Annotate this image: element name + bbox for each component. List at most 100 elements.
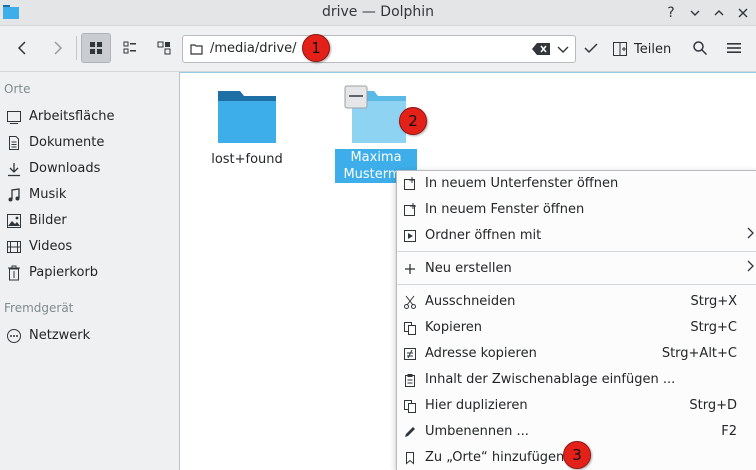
menu-item-open-with[interactable]: Ordner öffnen mit (397, 223, 756, 249)
menu-item-create-new[interactable]: Neu erstellen (397, 256, 756, 282)
forward-icon (54, 41, 63, 55)
places-item-label: Arbeitsfläche (29, 109, 115, 124)
minimize-button[interactable] (685, 3, 705, 23)
menu-item-shortcut: Strg+Alt+C (661, 346, 737, 361)
downloads-icon (8, 163, 20, 177)
search-icon (693, 41, 708, 56)
trash-icon (8, 265, 20, 281)
menu-item-shortcut: Strg+X (690, 294, 737, 309)
window-title: drive — Dolphin (321, 4, 435, 20)
location-bar[interactable]: /media/drive/ (182, 35, 576, 63)
menu-item-label: Kopieren (425, 320, 482, 335)
split-view-icon (613, 42, 627, 56)
checkmark-icon (584, 43, 598, 54)
menu-item-open-new-window[interactable]: In neuem Fenster öffnen (397, 197, 756, 223)
duplicate-icon (404, 400, 416, 413)
desktop-icon (7, 111, 21, 124)
places-section-header: Orte (4, 82, 31, 96)
places-item-pictures[interactable]: Bilder (0, 209, 178, 233)
search-button[interactable] (686, 33, 714, 63)
compact-view-button[interactable] (149, 33, 179, 63)
file-item-lost-found[interactable]: lost+found (202, 89, 292, 168)
menu-item-open-new-tab[interactable]: In neuem Unterfenster öffnen (397, 171, 756, 197)
places-item-label: Musik (29, 187, 67, 202)
chevron-up-icon (714, 10, 724, 16)
split-view-button[interactable]: Teilen (612, 35, 671, 63)
back-button[interactable] (8, 33, 38, 63)
chevron-down-icon (690, 10, 700, 16)
places-item-label: Downloads (29, 161, 101, 176)
details-view-button[interactable] (115, 33, 145, 63)
places-item-label: Bilder (29, 213, 67, 228)
places-item-desktop[interactable]: Arbeitsfläche (0, 105, 178, 129)
places-panel: Orte Arbeitsfläche Dokumente Downloads M… (0, 72, 178, 470)
file-name-line-1: Maxima (335, 149, 417, 166)
menu-item-shortcut: Strg+D (689, 398, 737, 413)
menu-item-label: Ordner öffnen mit (425, 228, 542, 243)
menu-item-label: In neuem Unterfenster öffnen (425, 176, 619, 191)
menu-item-copy-location[interactable]: Adresse kopieren Strg+Alt+C (397, 341, 756, 367)
paste-icon (405, 374, 415, 387)
menu-item-label: In neuem Fenster öffnen (425, 202, 585, 217)
menu-item-duplicate[interactable]: Hier duplizieren Strg+D (397, 393, 756, 419)
folder-icon (190, 44, 203, 55)
close-icon (738, 8, 748, 18)
plus-icon (405, 264, 415, 274)
menu-separator (397, 284, 756, 285)
context-menu: In neuem Unterfenster öffnen In neuem Fe… (396, 170, 756, 470)
network-icon (7, 329, 21, 343)
places-item-label: Netzwerk (29, 328, 91, 343)
places-item-label: Dokumente (29, 135, 105, 150)
copy-icon (404, 322, 416, 335)
maximize-button[interactable] (709, 3, 729, 23)
places-item-music[interactable]: Musik (0, 183, 178, 207)
submenu-arrow-icon (747, 260, 755, 276)
places-item-documents[interactable]: Dokumente (0, 131, 178, 155)
devices-section-header: Fremdgerät (4, 301, 74, 315)
callout-3: 3 (563, 441, 591, 469)
close-button[interactable] (733, 3, 753, 23)
chevron-down-icon[interactable] (557, 44, 569, 54)
help-button[interactable]: ? (661, 3, 681, 23)
menu-item-label: Inhalt der Zwischenablage einfügen ... (425, 372, 676, 387)
callout-1: 1 (302, 34, 330, 62)
menu-item-label: Zu „Orte“ hinzufügen (425, 450, 565, 465)
documents-icon (9, 136, 19, 150)
menu-item-cut[interactable]: Ausschneiden Strg+X (397, 289, 756, 315)
places-item-network[interactable]: Netzwerk (0, 324, 178, 348)
hamburger-menu-icon (727, 43, 741, 53)
folder-icon (218, 91, 276, 143)
confirm-location-button[interactable] (578, 33, 604, 63)
callout-2: 2 (399, 107, 427, 135)
menu-item-copy[interactable]: Kopieren Strg+C (397, 315, 756, 341)
open-with-icon (404, 230, 416, 242)
menu-item-shortcut: Strg+C (690, 320, 737, 335)
places-item-downloads[interactable]: Downloads (0, 157, 178, 181)
icon-view-button[interactable] (81, 33, 111, 63)
location-path[interactable]: /media/drive/ (210, 41, 297, 56)
new-tab-icon (404, 177, 415, 190)
compact-view-icon (157, 41, 171, 55)
main-toolbar: /media/drive/ Teilen (0, 26, 756, 72)
pictures-icon (7, 214, 21, 228)
menu-item-label: Adresse kopieren (425, 346, 537, 361)
split-view-label: Teilen (634, 41, 672, 57)
places-item-videos[interactable]: Videos (0, 235, 178, 259)
menu-item-label: Ausschneiden (425, 294, 516, 309)
forward-button[interactable] (42, 33, 72, 63)
menu-item-paste[interactable]: Inhalt der Zwischenablage einfügen ... (397, 367, 756, 393)
icon-view-icon (90, 42, 102, 54)
title-bar: drive — Dolphin ? (0, 0, 756, 26)
new-window-icon (404, 203, 416, 216)
file-name: lost+found (211, 152, 283, 167)
clear-icon[interactable] (532, 43, 550, 55)
places-item-label: Papierkorb (29, 265, 99, 280)
menu-separator (397, 251, 756, 252)
scissors-icon (404, 295, 416, 309)
copy-location-icon (404, 348, 416, 360)
menu-item-label: Hier duplizieren (425, 398, 528, 413)
places-item-trash[interactable]: Papierkorb (0, 261, 178, 285)
hamburger-menu-button[interactable] (720, 33, 748, 63)
music-icon (8, 188, 20, 202)
file-item-selected-folder[interactable]: Maxima Musterma (335, 85, 417, 183)
